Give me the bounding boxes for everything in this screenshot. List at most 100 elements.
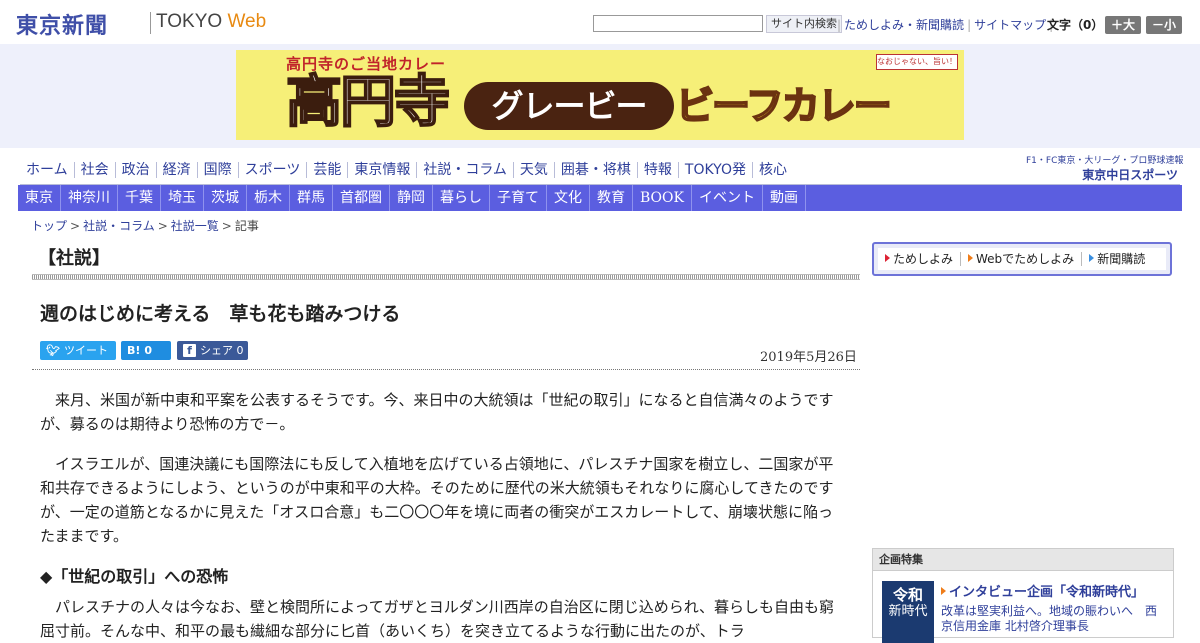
tweet-label: ツイート [63,344,108,357]
subscription-links-box: ためしよみ Webでためしよみ 新聞購読 [872,242,1172,276]
primary-nav: ホーム 社会 政治 経済 国際 スポーツ 芸能 東京情報 社説・コラム 天気 囲… [20,156,793,184]
nav-book[interactable]: BOOK [633,185,692,211]
nav-entertainment[interactable]: 芸能 [307,162,349,178]
hatena-bookmark-button[interactable]: B! 0 [121,341,171,360]
region-kanagawa[interactable]: 神奈川 [61,185,118,211]
site-search-input[interactable] [593,15,763,32]
article-paragraph-2: イスラエルが、国連決議にも国際法にも反して入植地を広げている占領地に、パレスチナ… [40,455,834,545]
subscribe-paper-link-label: 新聞購読 [1097,252,1146,266]
region-chiba[interactable]: 千葉 [118,185,161,211]
logo-en-main: TOKYO [156,11,223,32]
subscribe-link[interactable]: ためしよみ・新聞購読 [844,18,964,32]
hatena-bookmark-icon: B! [127,344,141,357]
nav-go-shogi[interactable]: 囲碁・将棋 [555,162,638,178]
font-smaller-button[interactable]: －小 [1146,16,1182,34]
nav-politics[interactable]: 政治 [116,162,157,178]
tweet-button[interactable]: 🐦︎ ツイート [40,341,116,360]
nav-education[interactable]: 教育 [590,185,633,211]
ad-word-gravy: グレービー [491,87,647,125]
site-search-button[interactable]: サイト内検索 [766,15,842,33]
font-bigger-button[interactable]: ＋大 [1105,16,1141,34]
orange-arrow-icon [968,254,974,262]
region-shizuoka[interactable]: 静岡 [390,185,433,211]
reiwa-feature-image[interactable]: 令和 新時代 [882,581,934,643]
article-title: 週のはじめに考える 草も花も踏みつける [40,303,401,325]
nav-tokyo-info[interactable]: 東京情報 [348,162,418,178]
nav-weather[interactable]: 天気 [514,162,555,178]
font-size-label: 文字（0） [1047,18,1104,32]
nav-living[interactable]: 暮らし [433,185,490,211]
nav-sports[interactable]: スポーツ [239,162,308,178]
facebook-icon: f [183,344,196,357]
breadcrumb-sep: > [70,219,81,233]
special-feature-title[interactable]: インタビュー企画「令和新時代」 [941,581,1144,600]
site-header: 東京新聞 TOKYO Web サイト内検索 | ためしよみ・新聞購読 | サイトマップ… [0,0,1200,44]
nav-editorial-column[interactable]: 社説・コラム [417,162,514,178]
region-shutoken[interactable]: 首都圏 [333,185,390,211]
facebook-share-label: シェア [200,344,233,357]
header-link-separator: | [967,18,972,32]
section-hatch-divider [32,274,860,280]
article-paragraph-3: パレスチナの人々は今なお、壁と検問所によってガザとヨルダン川西岸の自治区に閉じ込… [40,598,834,640]
breadcrumb: トップ > 社説・コラム > 社説一覧 > 記事 [31,217,259,234]
logo-en-accent: Web [227,11,267,32]
chunichi-logo: 東京中日スポーツ [1082,168,1178,182]
region-saitama[interactable]: 埼玉 [161,185,204,211]
ad-gravy-pill: グレービー [464,82,674,130]
red-arrow-icon [885,254,890,262]
breadcrumb-editorial-column[interactable]: 社説・コラム [83,219,155,233]
tokyo-web-logo[interactable]: TOKYO Web [156,11,266,33]
article-dotted-divider [32,369,860,370]
ad-band: 高円寺のご当地カレー 高円寺 グレービー ビーフカレー なおじゃない、旨い！ [0,44,1200,148]
nav-culture[interactable]: 文化 [547,185,590,211]
nav-parenting[interactable]: 子育て [490,185,547,211]
nav-tokyo-hatsu[interactable]: TOKYO発 [679,162,753,178]
ad-stamp: なおじゃない、旨い！ [876,54,958,70]
logo-divider [150,12,151,34]
special-feature-box: 企画特集 令和 新時代 インタビュー企画「令和新時代」 改革は堅実利益へ。地域の… [872,548,1174,643]
nav-special-report[interactable]: 特報 [638,162,679,178]
breadcrumb-top[interactable]: トップ [31,219,67,233]
subscription-links-row: ためしよみ Webでためしよみ 新聞購読 [878,248,1166,270]
nav-international[interactable]: 国際 [198,162,239,178]
hatena-count: 0 [144,344,153,357]
special-feature-title-text: インタビュー企画「令和新時代」 [949,585,1145,600]
sitemap-link[interactable]: サイトマップ [974,18,1046,32]
trial-link[interactable]: ためしよみ [878,252,962,266]
breadcrumb-editorial-list[interactable]: 社説一覧 [171,219,219,233]
facebook-share-button[interactable]: f シェア 0 [177,341,248,360]
nav-home[interactable]: ホーム [20,162,75,178]
nav-economy[interactable]: 経済 [157,162,198,178]
region-tochigi[interactable]: 栃木 [247,185,290,211]
special-feature-heading: 企画特集 [873,549,1173,571]
site-logo[interactable]: 東京新聞 [16,8,108,40]
region-ibaraki[interactable]: 茨城 [204,185,247,211]
regional-nav: 東京 神奈川 千葉 埼玉 茨城 栃木 群馬 首都圏 静岡 暮らし 子育て 文化 … [18,185,1182,211]
nav-society[interactable]: 社会 [75,162,116,178]
web-trial-link[interactable]: Webでためしよみ [961,252,1083,266]
web-trial-link-label: Webでためしよみ [976,252,1075,266]
facebook-share-count: 0 [236,344,244,357]
reiwa-image-text-2: 新時代 [888,604,928,619]
orange-arrow-icon [941,587,946,595]
breadcrumb-sep: > [221,219,232,233]
region-tokyo[interactable]: 東京 [18,185,61,211]
trial-link-label: ためしよみ [893,252,954,266]
article-paragraph-1: 来月、米国が新中東和平案を公表するそうです。今、来日中の大統領は「世紀の取引」に… [40,391,834,433]
article-subheading: ◆「世紀の取引」への恐怖 [40,567,229,586]
nav-video[interactable]: 動画 [763,185,806,211]
section-label: 【社説】 [38,248,110,269]
header-links: | ためしよみ・新聞購読 | サイトマップ | [834,16,1056,33]
header-link-separator: | [837,18,842,32]
curry-ad-banner[interactable]: 高円寺のご当地カレー 高円寺 グレービー ビーフカレー なおじゃない、旨い！ [236,50,964,140]
nav-kakushin[interactable]: 核心 [753,162,793,178]
region-gunma[interactable]: 群馬 [290,185,333,211]
reiwa-image-text-1: 令和 [892,586,923,604]
subscribe-paper-link[interactable]: 新聞購読 [1082,252,1152,266]
chunichi-tagline: F1・FC東京・大リーグ・プロ野球速報 [1026,156,1184,166]
ad-word-beef-curry: ビーフカレー [675,83,893,129]
nav-events[interactable]: イベント [692,185,763,211]
ad-word-koenji: 高円寺 [285,70,451,135]
breadcrumb-sep: > [157,219,168,233]
chunichi-sports-link[interactable]: F1・FC東京・大リーグ・プロ野球速報 東京中日スポーツ [1026,153,1184,183]
